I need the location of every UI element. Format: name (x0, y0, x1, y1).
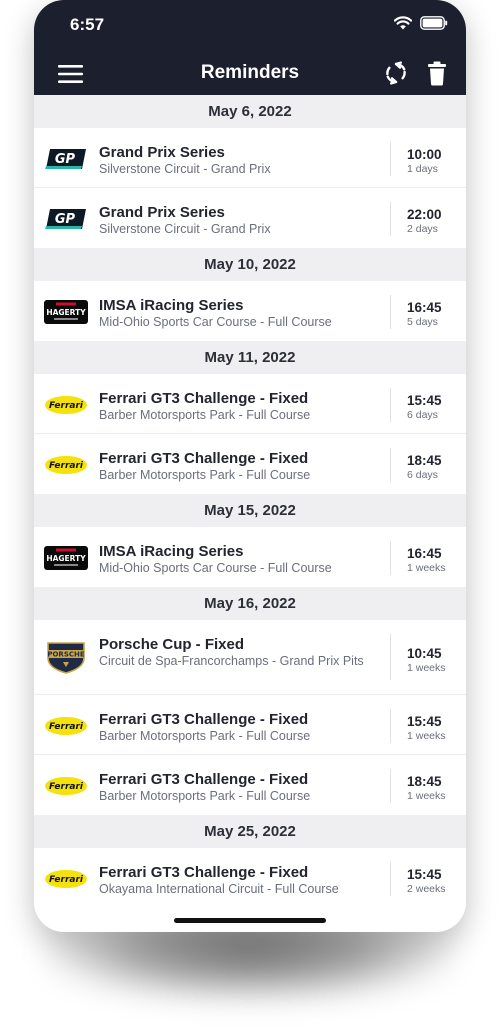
race-time: 10:45 (407, 646, 442, 661)
svg-text:Ferrari: Ferrari (49, 782, 84, 792)
track-name: Barber Motorsports Park - Full Course (99, 408, 311, 422)
track-name: Silverstone Circuit - Grand Prix (99, 222, 271, 236)
list-item[interactable]: HAGERTY IMSA iRacing Series Mid-Ohio Spo… (34, 281, 466, 341)
divider (390, 202, 391, 236)
time-until: 1 weeks (407, 730, 446, 742)
series-title: Ferrari GT3 Challenge - Fixed (99, 390, 309, 407)
divider (390, 541, 391, 575)
series-title: Ferrari GT3 Challenge - Fixed (99, 864, 309, 881)
wifi-icon (393, 16, 413, 35)
race-time: 18:45 (407, 453, 442, 468)
divider (390, 862, 391, 896)
list-item[interactable]: Ferrari Ferrari GT3 Challenge - Fixed Ba… (34, 434, 466, 494)
svg-text:GP: GP (55, 152, 76, 167)
svg-text:Ferrari: Ferrari (49, 875, 84, 885)
date-header: May 16, 2022 (34, 587, 466, 620)
time-until: 2 weeks (407, 883, 446, 895)
time-until: 1 weeks (407, 662, 446, 674)
date-header: May 11, 2022 (34, 341, 466, 374)
race-time: 18:45 (407, 774, 442, 789)
reminders-list: May 6, 2022 GP Grand Prix Series Silvers… (34, 95, 466, 908)
divider (390, 709, 391, 743)
imsa-hagerty-logo: HAGERTY (44, 300, 88, 324)
race-time: 10:00 (407, 147, 442, 162)
time-until: 1 weeks (407, 790, 446, 802)
list-item[interactable]: Ferrari Ferrari GT3 Challenge - Fixed Ok… (34, 848, 466, 908)
series-title: Grand Prix Series (99, 144, 225, 161)
series-title: Ferrari GT3 Challenge - Fixed (99, 450, 309, 467)
series-title: IMSA iRacing Series (99, 543, 244, 560)
series-title: Grand Prix Series (99, 204, 225, 221)
series-title: Ferrari GT3 Challenge - Fixed (99, 711, 309, 728)
time-until: 5 days (407, 316, 438, 328)
track-name: Barber Motorsports Park - Full Course (99, 789, 311, 803)
race-time: 22:00 (407, 207, 442, 222)
top-bar: 6:57 Reminders (34, 0, 466, 95)
divider (390, 634, 391, 680)
time-until: 6 days (407, 469, 438, 481)
imsa-hagerty-logo: HAGERTY (44, 546, 88, 570)
svg-text:Ferrari: Ferrari (49, 722, 84, 732)
race-time: 16:45 (407, 546, 442, 561)
track-name: Barber Motorsports Park - Full Course (99, 468, 311, 482)
race-time: 16:45 (407, 300, 442, 315)
date-header: May 15, 2022 (34, 494, 466, 527)
list-item[interactable]: Ferrari Ferrari GT3 Challenge - Fixed Ba… (34, 755, 466, 815)
date-header: May 25, 2022 (34, 815, 466, 848)
svg-text:GP: GP (55, 212, 76, 227)
date-header: May 10, 2022 (34, 248, 466, 281)
list-item[interactable]: GP Grand Prix Series Silverstone Circuit… (34, 188, 466, 248)
time-until: 6 days (407, 409, 438, 421)
series-title: Porsche Cup - Fixed (99, 636, 245, 653)
series-title: Ferrari GT3 Challenge - Fixed (99, 771, 309, 788)
ferrari-logo: Ferrari (44, 774, 88, 798)
time-until: 2 days (407, 223, 438, 235)
list-item[interactable]: PORSCHE Porsche Cup - Fixed Circuit de S… (34, 620, 466, 695)
status-icons (393, 16, 448, 35)
race-time: 15:45 (407, 393, 442, 408)
svg-text:Ferrari: Ferrari (49, 401, 84, 411)
divider (390, 388, 391, 422)
phone-screen: 6:57 Reminders May 6, 2022 GP Grand Prix… (34, 0, 466, 932)
trash-icon (428, 61, 446, 86)
track-name: Mid-Ohio Sports Car Course - Full Course (99, 561, 332, 575)
race-time: 15:45 (407, 867, 442, 882)
track-name: Okayama International Circuit - Full Cou… (99, 882, 339, 896)
list-item[interactable]: HAGERTY IMSA iRacing Series Mid-Ohio Spo… (34, 527, 466, 587)
divider (390, 769, 391, 803)
list-item[interactable]: Ferrari Ferrari GT3 Challenge - Fixed Ba… (34, 695, 466, 755)
svg-text:HAGERTY: HAGERTY (46, 554, 86, 563)
sync-icon (386, 61, 406, 85)
porsche-logo: PORSCHE (44, 640, 88, 674)
svg-text:PORSCHE: PORSCHE (47, 651, 85, 659)
battery-icon (420, 16, 448, 35)
divider (390, 448, 391, 482)
ferrari-logo: Ferrari (44, 393, 88, 417)
date-header: May 6, 2022 (34, 95, 466, 128)
time-until: 1 days (407, 163, 438, 175)
race-time: 15:45 (407, 714, 442, 729)
list-item[interactable]: Ferrari Ferrari GT3 Challenge - Fixed Ba… (34, 374, 466, 434)
status-time: 6:57 (70, 15, 105, 34)
ferrari-logo: Ferrari (44, 714, 88, 738)
track-name: Circuit de Spa-Francorchamps - Grand Pri… (99, 654, 364, 668)
svg-text:Ferrari: Ferrari (49, 461, 84, 471)
grand-prix-logo: GP (44, 207, 88, 231)
home-indicator[interactable] (174, 918, 326, 923)
track-name: Mid-Ohio Sports Car Course - Full Course (99, 315, 332, 329)
delete-button[interactable] (426, 60, 448, 86)
series-title: IMSA iRacing Series (99, 297, 244, 314)
ferrari-logo: Ferrari (44, 453, 88, 477)
sync-button[interactable] (383, 60, 409, 86)
divider (390, 295, 391, 329)
divider (390, 142, 391, 176)
track-name: Silverstone Circuit - Grand Prix (99, 162, 271, 176)
time-until: 1 weeks (407, 562, 446, 574)
track-name: Barber Motorsports Park - Full Course (99, 729, 311, 743)
grand-prix-logo: GP (44, 147, 88, 171)
ferrari-logo: Ferrari (44, 867, 88, 891)
svg-text:HAGERTY: HAGERTY (46, 308, 86, 317)
list-item[interactable]: GP Grand Prix Series Silverstone Circuit… (34, 128, 466, 188)
